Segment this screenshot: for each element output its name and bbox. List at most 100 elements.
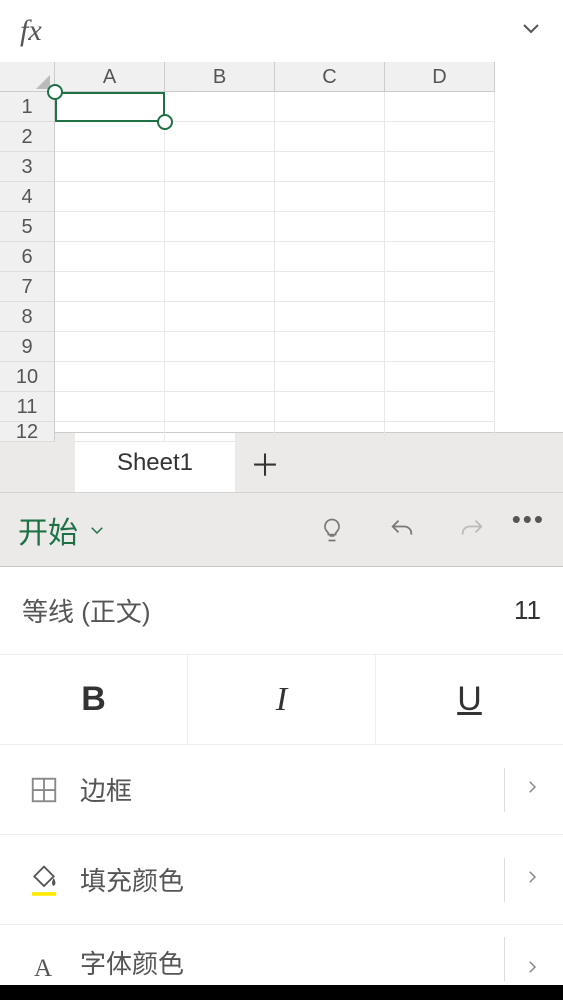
more-options-icon[interactable]: ••• xyxy=(512,504,545,535)
cell[interactable] xyxy=(165,182,275,212)
cell[interactable] xyxy=(55,392,165,422)
column-header-C[interactable]: C xyxy=(275,62,385,92)
cell[interactable] xyxy=(275,362,385,392)
cell[interactable] xyxy=(165,152,275,182)
bold-button[interactable]: B xyxy=(0,655,188,744)
cell[interactable] xyxy=(385,152,495,182)
cell[interactable] xyxy=(275,122,385,152)
cell[interactable] xyxy=(275,152,385,182)
cell[interactable] xyxy=(385,212,495,242)
chevron-right-icon xyxy=(523,868,541,891)
column-header-D[interactable]: D xyxy=(385,62,495,92)
row-header[interactable]: 7 xyxy=(0,272,55,302)
system-nav-bar: 值 什么值得买 xyxy=(0,985,563,1000)
lightbulb-icon[interactable] xyxy=(302,516,362,544)
svg-text:A: A xyxy=(34,955,52,981)
cell[interactable] xyxy=(385,242,495,272)
cell[interactable] xyxy=(275,242,385,272)
row-header[interactable]: 9 xyxy=(0,332,55,362)
row-header[interactable]: 1 xyxy=(0,92,55,122)
spreadsheet-grid[interactable]: A B C D 1 2 3 4 5 6 7 8 9 10 11 12 xyxy=(0,62,563,432)
column-header-B[interactable]: B xyxy=(165,62,275,92)
cell[interactable] xyxy=(165,212,275,242)
cell[interactable] xyxy=(55,212,165,242)
font-name: 等线 (正文) xyxy=(22,592,514,629)
ribbon-bar: 开始 ••• xyxy=(0,492,563,567)
cell[interactable] xyxy=(275,302,385,332)
cell[interactable] xyxy=(165,302,275,332)
undo-icon[interactable] xyxy=(372,516,432,544)
cell[interactable] xyxy=(275,212,385,242)
font-picker-row[interactable]: 等线 (正文) 11 xyxy=(0,567,563,655)
cell[interactable] xyxy=(385,392,495,422)
cell[interactable] xyxy=(385,122,495,152)
cell[interactable] xyxy=(275,272,385,302)
row-header[interactable]: 8 xyxy=(0,302,55,332)
cell[interactable] xyxy=(275,422,385,442)
chevron-right-icon xyxy=(523,778,541,801)
ribbon-tab-home[interactable]: 开始 xyxy=(18,508,106,552)
cell[interactable] xyxy=(55,332,165,362)
border-label: 边框 xyxy=(66,771,504,808)
chevron-right-icon xyxy=(523,958,541,981)
font-color-label: 字体颜色 xyxy=(66,944,504,981)
selection-handle-bottom-right[interactable] xyxy=(157,114,173,130)
column-header-A[interactable]: A xyxy=(55,62,165,92)
column-headers: A B C D xyxy=(0,62,563,92)
paint-bucket-icon xyxy=(22,863,66,897)
font-color-option[interactable]: A 字体颜色 xyxy=(0,925,563,985)
row-header[interactable]: 4 xyxy=(0,182,55,212)
fx-icon[interactable]: fx xyxy=(20,14,42,48)
selection-handle-top-left[interactable] xyxy=(47,84,63,100)
row-header[interactable]: 10 xyxy=(0,362,55,392)
cell[interactable] xyxy=(55,122,165,152)
fill-color-option[interactable]: 填充颜色 xyxy=(0,835,563,925)
cell[interactable] xyxy=(275,92,385,122)
font-color-icon: A xyxy=(22,951,66,981)
cell[interactable] xyxy=(275,392,385,422)
fill-color-label: 填充颜色 xyxy=(66,861,504,898)
chevron-down-icon[interactable] xyxy=(519,16,543,45)
cell-selection[interactable] xyxy=(55,92,165,122)
cell[interactable] xyxy=(275,332,385,362)
cell[interactable] xyxy=(385,92,495,122)
border-icon xyxy=(22,775,66,805)
cell[interactable] xyxy=(385,182,495,212)
cell[interactable] xyxy=(55,272,165,302)
cell[interactable] xyxy=(165,242,275,272)
cell[interactable] xyxy=(55,422,165,442)
cell[interactable] xyxy=(55,302,165,332)
cell[interactable] xyxy=(385,332,495,362)
ribbon-tab-label: 开始 xyxy=(18,508,78,552)
cell[interactable] xyxy=(165,422,275,442)
row-header[interactable]: 2 xyxy=(0,122,55,152)
cell[interactable] xyxy=(55,152,165,182)
cell[interactable] xyxy=(275,182,385,212)
cell[interactable] xyxy=(165,122,275,152)
cell[interactable] xyxy=(165,332,275,362)
row-header[interactable]: 5 xyxy=(0,212,55,242)
cell[interactable] xyxy=(55,242,165,272)
italic-button[interactable]: I xyxy=(188,655,376,744)
row-header[interactable]: 3 xyxy=(0,152,55,182)
border-option[interactable]: 边框 xyxy=(0,745,563,835)
formula-bar: fx xyxy=(0,0,563,62)
cell[interactable] xyxy=(385,272,495,302)
chevron-down-icon xyxy=(88,513,106,547)
underline-button[interactable]: U xyxy=(376,655,563,744)
select-all-corner[interactable] xyxy=(0,62,55,92)
cell[interactable] xyxy=(55,182,165,212)
text-style-row: B I U xyxy=(0,655,563,745)
cell[interactable] xyxy=(165,92,275,122)
cell[interactable] xyxy=(165,392,275,422)
row-header[interactable]: 12 xyxy=(0,422,55,442)
cell[interactable] xyxy=(385,362,495,392)
cell[interactable] xyxy=(55,362,165,392)
cell[interactable] xyxy=(385,422,495,442)
row-header[interactable]: 6 xyxy=(0,242,55,272)
cell[interactable] xyxy=(165,272,275,302)
cell[interactable] xyxy=(385,302,495,332)
row-header[interactable]: 11 xyxy=(0,392,55,422)
cell[interactable] xyxy=(165,362,275,392)
redo-icon[interactable] xyxy=(442,516,502,544)
